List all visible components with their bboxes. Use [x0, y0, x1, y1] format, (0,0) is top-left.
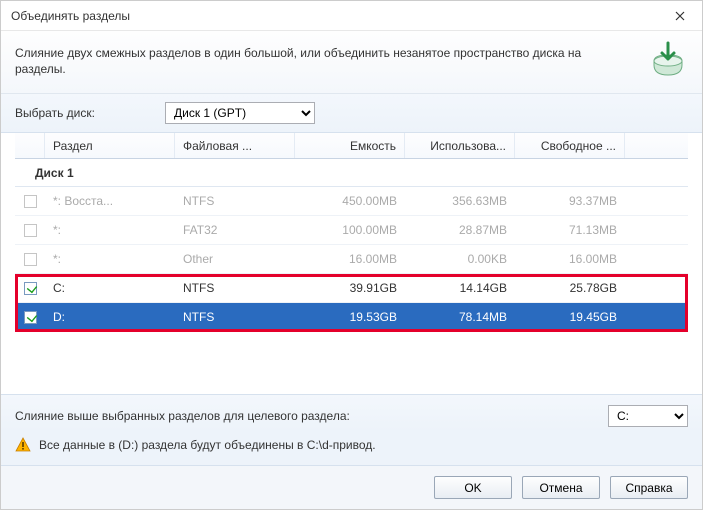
partition-table: Раздел Файловая ... Емкость Использова..… — [1, 133, 702, 395]
row-check-cell — [15, 245, 45, 273]
table-row[interactable]: D:NTFS19.53GB78.14MB19.45GB — [15, 303, 688, 332]
cancel-button[interactable]: Отмена — [522, 476, 600, 499]
row-check-cell — [15, 216, 45, 244]
description-text: Слияние двух смежных разделов в один бол… — [15, 45, 648, 77]
row-filesystem: NTFS — [175, 274, 295, 302]
ok-button[interactable]: OK — [434, 476, 512, 499]
table-row: *:FAT32100.00MB28.87MB71.13MB — [15, 216, 688, 245]
row-used: 14.14GB — [405, 274, 515, 302]
row-used: 356.63MB — [405, 187, 515, 215]
row-free: 19.45GB — [515, 303, 625, 331]
checkbox-icon — [24, 195, 37, 208]
table-row[interactable]: C:NTFS39.91GB14.14GB25.78GB — [15, 274, 688, 303]
window-title: Объединять разделы — [11, 9, 658, 23]
disk-select[interactable]: Диск 1 (GPT) — [165, 102, 315, 124]
warning-row: Все данные в (D:) раздела будут объедине… — [1, 431, 702, 466]
row-filesystem: NTFS — [175, 303, 295, 331]
row-capacity: 39.91GB — [295, 274, 405, 302]
row-capacity: 16.00MB — [295, 245, 405, 273]
row-filesystem: Other — [175, 245, 295, 273]
checkbox-icon — [24, 224, 37, 237]
button-bar: OK Отмена Справка — [1, 466, 702, 509]
row-check-cell — [15, 187, 45, 215]
target-row: Слияние выше выбранных разделов для целе… — [1, 395, 702, 431]
help-button[interactable]: Справка — [610, 476, 688, 499]
row-free: 16.00MB — [515, 245, 625, 273]
target-label: Слияние выше выбранных разделов для целе… — [15, 409, 608, 423]
table-row: *:Other16.00MB0.00KB16.00MB — [15, 245, 688, 274]
checkbox-icon — [24, 253, 37, 266]
checkbox-icon — [24, 282, 37, 295]
table-row: *: Восста...NTFS450.00MB356.63MB93.37MB — [15, 187, 688, 216]
warning-text: Все данные в (D:) раздела будут объедине… — [39, 438, 376, 452]
merge-icon — [648, 41, 688, 81]
close-button[interactable] — [658, 1, 702, 31]
col-used[interactable]: Использова... — [405, 133, 515, 158]
row-used: 28.87MB — [405, 216, 515, 244]
row-used: 78.14MB — [405, 303, 515, 331]
row-filesystem: NTFS — [175, 187, 295, 215]
table-header: Раздел Файловая ... Емкость Использова..… — [15, 133, 688, 159]
row-partition-name: D: — [45, 303, 175, 331]
row-check-cell[interactable] — [15, 274, 45, 302]
row-partition-name: C: — [45, 274, 175, 302]
row-partition-name: *: — [45, 216, 175, 244]
target-select[interactable]: C: — [608, 405, 688, 427]
titlebar: Объединять разделы — [1, 1, 702, 31]
col-capacity[interactable]: Емкость — [295, 133, 405, 158]
row-check-cell[interactable] — [15, 303, 45, 331]
disk-group: Диск 1 — [15, 159, 688, 187]
row-free: 25.78GB — [515, 274, 625, 302]
col-check — [15, 133, 45, 158]
col-filesystem[interactable]: Файловая ... — [175, 133, 295, 158]
row-partition-name: *: — [45, 245, 175, 273]
row-capacity: 450.00MB — [295, 187, 405, 215]
close-icon — [675, 11, 685, 21]
col-partition[interactable]: Раздел — [45, 133, 175, 158]
row-filesystem: FAT32 — [175, 216, 295, 244]
row-used: 0.00KB — [405, 245, 515, 273]
description-row: Слияние двух смежных разделов в один бол… — [1, 31, 702, 94]
disk-row: Выбрать диск: Диск 1 (GPT) — [1, 94, 702, 133]
col-free[interactable]: Свободное ... — [515, 133, 625, 158]
row-capacity: 19.53GB — [295, 303, 405, 331]
row-free: 71.13MB — [515, 216, 625, 244]
checkbox-icon — [24, 311, 37, 324]
row-free: 93.37MB — [515, 187, 625, 215]
row-capacity: 100.00MB — [295, 216, 405, 244]
warning-icon — [15, 437, 31, 453]
disk-label: Выбрать диск: — [15, 106, 165, 120]
row-partition-name: *: Восста... — [45, 187, 175, 215]
